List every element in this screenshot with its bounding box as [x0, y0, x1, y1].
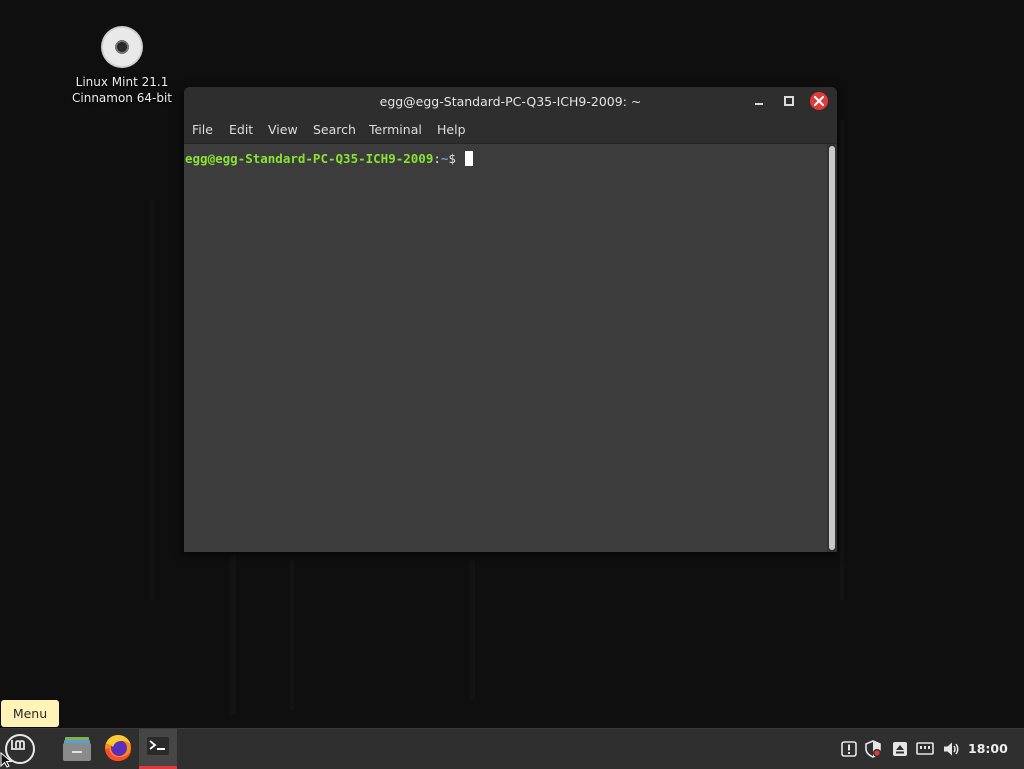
- terminal-task-button[interactable]: [139, 729, 177, 769]
- terminal-scrollbar[interactable]: [827, 144, 837, 552]
- wallpaper-streak: [230, 555, 236, 715]
- disc-icon: [101, 26, 143, 68]
- mint-logo-glyph-icon: [11, 740, 25, 750]
- window-titlebar[interactable]: egg@egg-Standard-PC-Q35-ICH9-2009: ~: [184, 87, 837, 115]
- taskbar-panel: 18:00: [0, 728, 1024, 769]
- wallpaper-streak: [470, 560, 475, 700]
- text-cursor: [465, 151, 474, 166]
- notifications-icon[interactable]: [840, 740, 858, 758]
- menu-terminal[interactable]: Terminal: [369, 122, 422, 137]
- close-icon: [814, 96, 824, 106]
- wallpaper-streak: [290, 560, 294, 710]
- close-button[interactable]: [810, 92, 828, 110]
- removable-drive-icon[interactable]: [891, 740, 909, 758]
- terminal-area[interactable]: egg@egg-Standard-PC-Q35-ICH9-2009:~$: [184, 144, 827, 552]
- firefox-icon: [105, 735, 131, 761]
- clock[interactable]: 18:00: [968, 741, 1008, 756]
- menu-file[interactable]: File: [192, 122, 213, 137]
- mouse-pointer-icon: [0, 752, 12, 768]
- files-launcher[interactable]: [60, 731, 94, 765]
- network-icon[interactable]: [916, 740, 934, 758]
- wallpaper-streak: [840, 120, 844, 600]
- menu-help[interactable]: Help: [437, 122, 466, 137]
- firefox-launcher[interactable]: [101, 731, 135, 765]
- prompt-symbol: $: [448, 151, 464, 166]
- menu-edit[interactable]: Edit: [229, 122, 253, 137]
- menu-search[interactable]: Search: [313, 122, 356, 137]
- terminal-icon: [147, 737, 169, 755]
- maximize-button[interactable]: [781, 93, 797, 109]
- files-icon: [63, 737, 91, 761]
- desktop-icon-label-line1: Linux Mint 21.1: [75, 75, 169, 89]
- minimize-button[interactable]: [751, 93, 767, 109]
- menubar: File Edit View Search Terminal Help: [184, 115, 837, 144]
- desktop-icon-linux-mint-disc[interactable]: Linux Mint 21.1 Cinnamon 64-bit: [62, 24, 182, 106]
- menu-view[interactable]: View: [268, 122, 298, 137]
- desktop-icon-label-line2: Cinnamon 64-bit: [72, 91, 172, 105]
- terminal-window: egg@egg-Standard-PC-Q35-ICH9-2009: ~ Fil…: [184, 87, 837, 552]
- shell-prompt: egg@egg-Standard-PC-Q35-ICH9-2009:~$: [185, 151, 474, 166]
- prompt-user-host: egg@egg-Standard-PC-Q35-ICH9-2009: [185, 151, 434, 166]
- menu-tooltip: Menu: [1, 700, 59, 727]
- wallpaper-streak: [150, 200, 154, 600]
- window-title: egg@egg-Standard-PC-Q35-ICH9-2009: ~: [379, 94, 642, 109]
- volume-icon[interactable]: [942, 740, 960, 758]
- prompt-separator: :: [433, 151, 441, 166]
- update-shield-icon[interactable]: [864, 740, 882, 758]
- scrollbar-thumb[interactable]: [829, 146, 835, 550]
